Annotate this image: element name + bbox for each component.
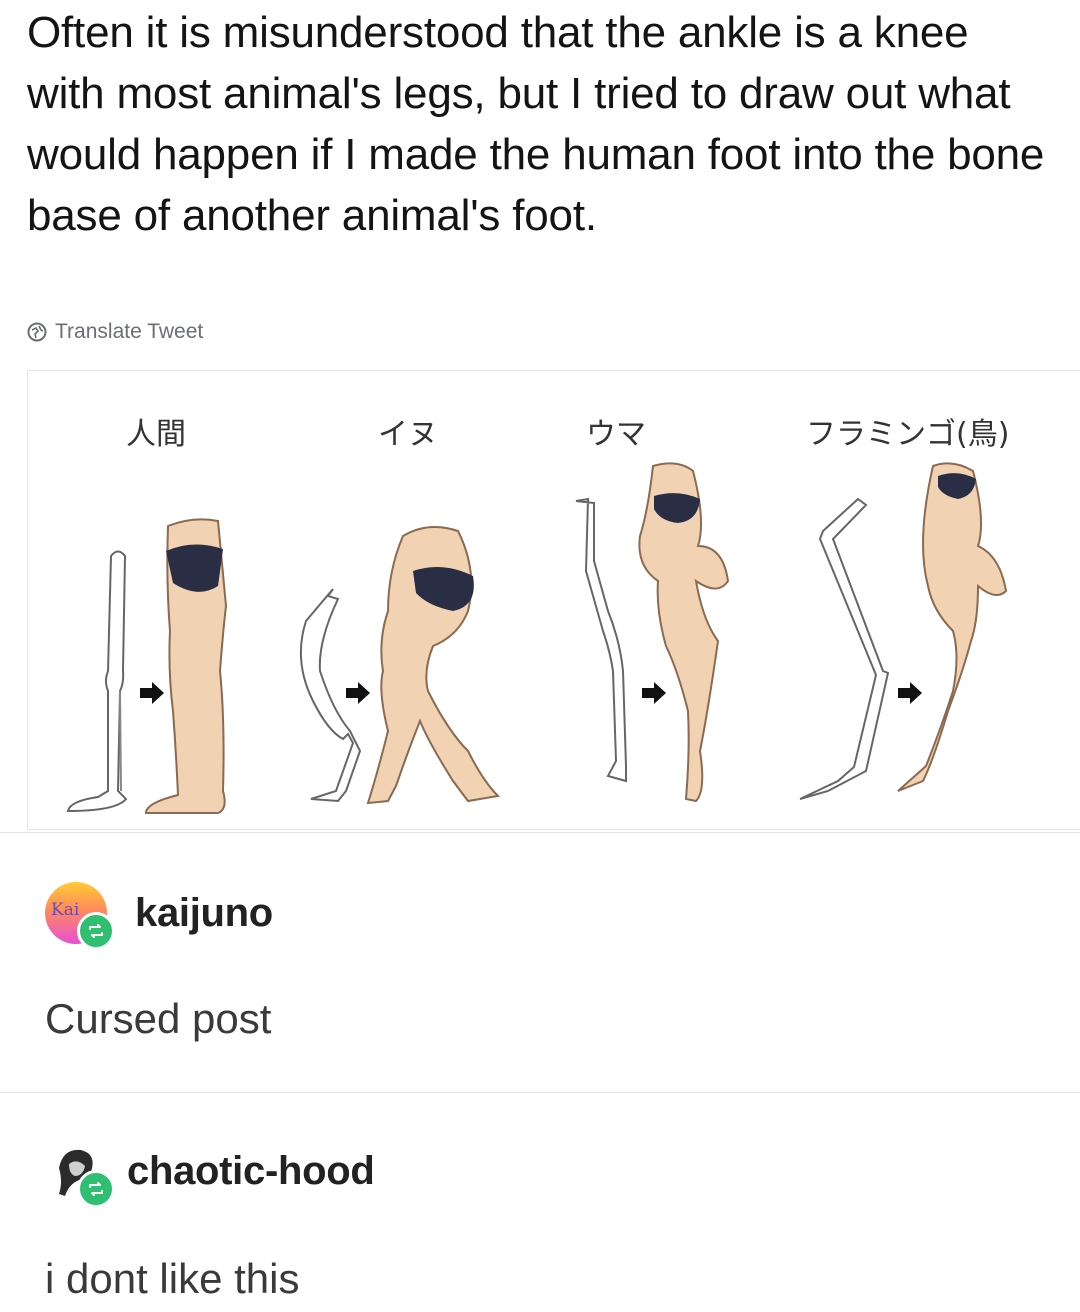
avatar-text: Kai [51, 900, 80, 920]
divider [0, 832, 1080, 833]
reblog-badge-icon [77, 1170, 115, 1208]
username-kaijuno[interactable]: kaijuno [135, 891, 273, 936]
legs-illustration [66, 462, 1008, 814]
horse-leg [638, 462, 730, 803]
username-chaotic-hood[interactable]: chaotic-hood [127, 1149, 375, 1194]
post-text-1: Cursed post [45, 995, 272, 1042]
globe-icon [27, 322, 47, 342]
post-text-2: i dont like this [45, 1255, 300, 1302]
reblog-icon [89, 924, 103, 938]
human-skeleton [66, 550, 128, 813]
leg-comparison-image: 人間 イヌ ウマ フラミンゴ(鳥) [27, 370, 1080, 830]
translate-tweet-link[interactable]: Translate Tweet [27, 320, 203, 344]
avatar[interactable] [45, 1140, 115, 1208]
translate-label: Translate Tweet [55, 320, 204, 343]
tweet-text: Often it is misunderstood that the ankle… [27, 8, 1045, 240]
avatar[interactable]: Kai [45, 882, 115, 950]
human-leg [144, 518, 228, 814]
reblog-badge-icon [77, 912, 115, 950]
dog-leg [366, 526, 501, 805]
reblog-icon [89, 1182, 103, 1196]
divider [0, 1092, 1080, 1093]
flamingo-skeleton [799, 497, 890, 800]
reblog-header-chaotic-hood[interactable]: chaotic-hood [45, 1140, 375, 1208]
reblog-header-kaijuno[interactable]: Kai kaijuno [45, 882, 273, 950]
flamingo-leg [897, 462, 1008, 792]
horse-skeleton [575, 497, 627, 783]
